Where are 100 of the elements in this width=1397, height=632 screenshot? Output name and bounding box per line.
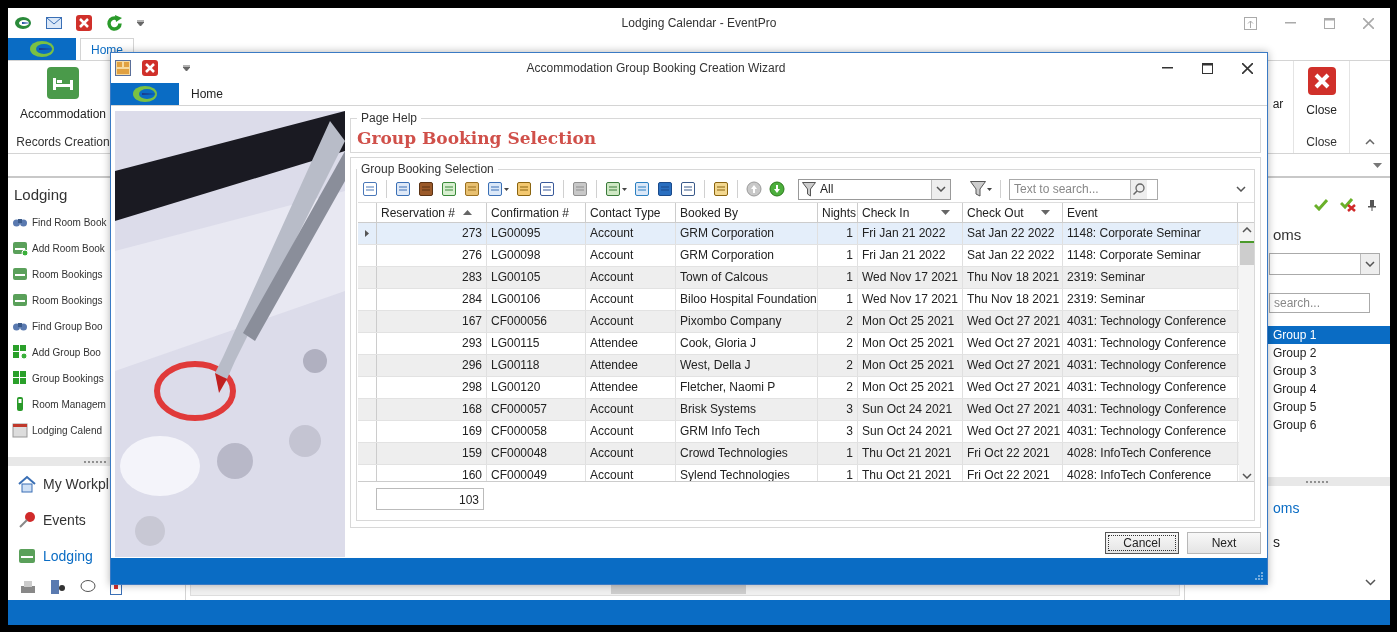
table-row[interactable]: 283 LG00105 Account Town of Calcous 1 Wed Nov 17 2021 Thu Nov 18 2021 2319: Seminar [358, 267, 1239, 289]
table-row[interactable]: 168 CF000057 Account Brisk Systems 3 Sun Oct 24 2021 Wed Oct 27 2021 4031: Technology Conference [358, 399, 1239, 421]
sidebar-item[interactable]: Find Room Book [32, 216, 107, 228]
sidebar-item[interactable]: Room Bookings [32, 268, 103, 280]
chevron-down-icon[interactable] [1236, 186, 1246, 192]
speech-bubble-icon[interactable] [80, 579, 96, 595]
minimize-icon[interactable] [1162, 67, 1173, 69]
refresh-icon[interactable] [106, 14, 123, 32]
panel-title: oms [1273, 226, 1302, 243]
column-header[interactable]: Check In [858, 203, 963, 222]
vertical-scrollbar[interactable] [1239, 223, 1254, 481]
sort-ascending-icon [463, 210, 472, 215]
group-label: Group Booking Selection [360, 162, 495, 176]
ribbon-tab[interactable]: Home [179, 87, 235, 101]
scroll-up-icon[interactable] [1241, 227, 1252, 233]
filter-dropdown[interactable]: All [798, 178, 951, 200]
search-icon[interactable] [1133, 183, 1145, 195]
close-icon[interactable] [1242, 62, 1253, 74]
filter-dropdown-icon[interactable] [1041, 210, 1050, 215]
close-button[interactable]: Close [1302, 65, 1341, 135]
chevron-down-icon [1365, 261, 1375, 267]
summary-cell: 103 [376, 488, 484, 510]
column-header[interactable]: Nights [818, 203, 858, 222]
chevron-down-icon [936, 186, 946, 192]
scrollbar-thumb[interactable] [1239, 241, 1254, 265]
column-header[interactable]: Event [1063, 203, 1238, 222]
sidebar-item[interactable]: Group Bookings [32, 372, 104, 384]
pin-icon[interactable] [1368, 199, 1376, 211]
sidebar-title: Lodging [13, 185, 69, 205]
close-icon [1307, 67, 1336, 95]
filter-dropdown-icon[interactable] [941, 210, 950, 215]
grid-icon [12, 370, 28, 386]
search-field[interactable]: search... [1269, 293, 1370, 313]
column-header[interactable]: Check Out [963, 203, 1063, 222]
house-icon [18, 475, 36, 493]
dropdown-field[interactable] [1269, 253, 1380, 275]
table-row[interactable]: 167 CF000056 Account Pixombo Company 2 Mon Oct 25 2021 Wed Oct 27 2021 4031: Technology Conference [358, 311, 1239, 333]
app-logo-icon[interactable] [14, 16, 32, 30]
group-label: Records Creation [16, 135, 110, 151]
resize-grip-icon[interactable] [1255, 572, 1263, 580]
column-header[interactable]: Booked By [676, 203, 818, 222]
uncheck-icon[interactable] [1340, 198, 1356, 212]
bed-icon [12, 266, 28, 282]
column-header[interactable]: Contact Type [586, 203, 676, 222]
row-indicator-icon [365, 230, 369, 237]
table-row[interactable]: 159 CF000048 Account Crowd Technologies 1 Thu Oct 21 2021 Fri Oct 22 2021 4028: InfoTech Conference [358, 443, 1239, 465]
app-logo-icon [29, 40, 55, 58]
grip-icon [1305, 480, 1331, 483]
app-logo-icon [132, 85, 158, 103]
table-row[interactable]: 284 LG00106 Account Biloo Hospital Foundation 1 Wed Nov 17 2021 Thu Nov 18 2021 2319: Seminar [358, 289, 1239, 311]
dialog-button[interactable]: Next [1187, 532, 1261, 554]
group-label: Page Help [360, 111, 419, 125]
bed-add-icon [12, 240, 28, 256]
navigation-item[interactable]: Lodging [8, 538, 185, 574]
filter-icon [802, 181, 816, 197]
customize-caret-icon[interactable] [137, 20, 144, 26]
accommodation-button[interactable]: Accommodation [16, 65, 111, 135]
dialog-title: Accommodation Group Booking Creation Wizard [525, 61, 787, 75]
navigation-item[interactable]: My Workpl [8, 466, 185, 502]
ribbon-button-label[interactable]: ar [1264, 97, 1284, 111]
table-row[interactable]: 169 CF000058 Account GRM Info Tech 3 Sun Oct 24 2021 Wed Oct 27 2021 4031: Technology Conference [358, 421, 1239, 443]
sidebar-item[interactable]: Find Group Boo [32, 320, 103, 332]
grid-add-icon [12, 344, 28, 360]
sidebar-item[interactable]: Room Managem [32, 398, 106, 410]
dialog-button[interactable]: Cancel [1105, 532, 1179, 554]
pushpin-icon [18, 511, 36, 529]
maximize-icon[interactable] [1202, 62, 1213, 74]
table-row[interactable]: 273 LG00095 Account GRM Corporation 1 Fri Jan 21 2022 Sat Jan 22 2022 1148: Corporate Seminar [358, 223, 1239, 245]
building-person-icon[interactable] [50, 579, 66, 595]
sidebar-item[interactable]: Room Bookings [32, 294, 103, 306]
sidebar-item[interactable]: Lodging Calend [32, 424, 103, 436]
table-row[interactable]: 276 LG00098 Account GRM Corporation 1 Fri Jan 21 2022 Sat Jan 22 2022 1148: Corporate Seminar [358, 245, 1239, 267]
table-row[interactable]: 296 LG00118 Attendee West, Della J 2 Mon Oct 25 2021 Wed Oct 27 2021 4031: Technology Conference [358, 355, 1239, 377]
column-header[interactable]: Confirmation # [487, 203, 586, 222]
layout-icon[interactable] [115, 60, 131, 76]
page-heading: Group Booking Selection [357, 127, 598, 148]
group-label: Close [1306, 135, 1337, 151]
table-row[interactable]: 298 LG00120 Attendee Fletcher, Naomi P 2 Mon Oct 25 2021 Wed Oct 27 2021 4031: Technology Conference [358, 377, 1239, 399]
bed-icon [12, 292, 28, 308]
customize-caret-icon[interactable] [183, 65, 190, 71]
window-title: Lodging Calendar - EventPro [621, 16, 777, 30]
navigation-link[interactable]: oms [1273, 500, 1300, 516]
bed-icon [18, 547, 36, 565]
navigation-item[interactable]: Events [8, 502, 185, 538]
dropdown-arrow-icon[interactable] [1373, 162, 1382, 168]
search-field[interactable]: Text to search... [1009, 178, 1158, 200]
filter-icon[interactable] [968, 179, 994, 199]
column-header[interactable]: Reservation # [377, 203, 487, 222]
navigation-item[interactable]: s [1273, 534, 1280, 550]
chevron-down-icon[interactable] [1365, 579, 1376, 586]
bed-icon [47, 67, 79, 99]
sidebar-item[interactable]: Add Room Book [32, 242, 105, 254]
checkmark-icon[interactable] [1314, 199, 1328, 211]
printer-icon[interactable] [20, 579, 36, 595]
calendar-icon [12, 422, 28, 438]
document-icon[interactable] [360, 179, 380, 199]
scroll-down-icon[interactable] [1241, 473, 1252, 479]
collapse-ribbon-icon[interactable] [1365, 139, 1375, 145]
sidebar-item[interactable]: Add Group Boo [32, 346, 101, 358]
table-row[interactable]: 293 LG00115 Attendee Cook, Gloria J 2 Mon Oct 25 2021 Wed Oct 27 2021 4031: Technology Conference [358, 333, 1239, 355]
